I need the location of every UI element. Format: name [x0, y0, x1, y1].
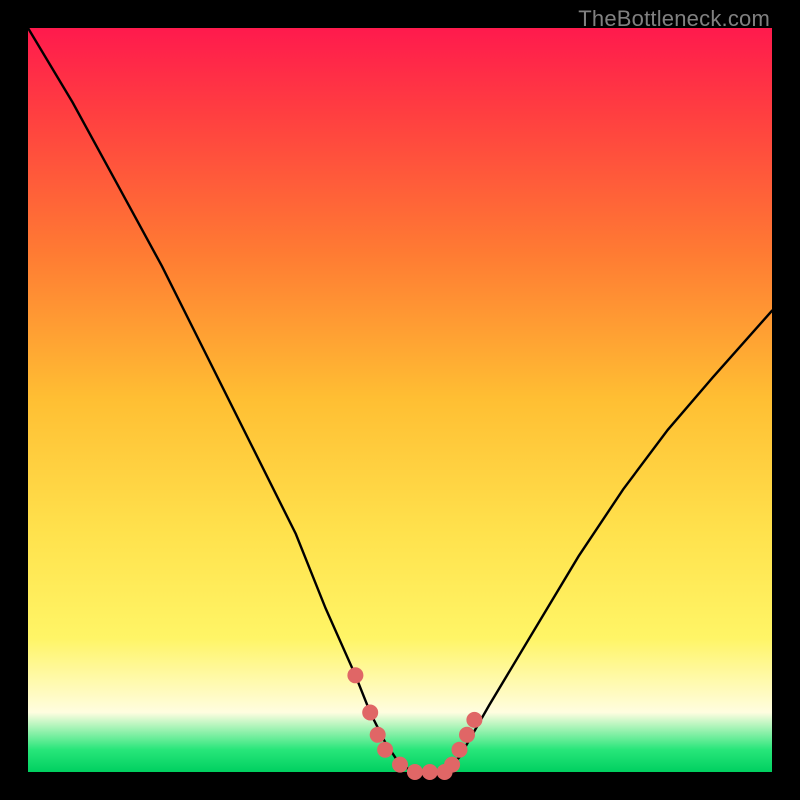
bottleneck-chart	[28, 28, 772, 772]
curve-marker	[444, 757, 460, 773]
curve-marker	[407, 764, 423, 780]
curve-marker	[377, 742, 393, 758]
curve-marker	[459, 727, 475, 743]
curve-marker	[452, 742, 468, 758]
curve-marker	[422, 764, 438, 780]
curve-marker	[347, 667, 363, 683]
curve-marker	[466, 712, 482, 728]
curve-marker	[362, 705, 378, 721]
curve-marker	[392, 757, 408, 773]
curve-markers	[347, 667, 482, 780]
bottleneck-curve-line	[28, 28, 772, 772]
curve-marker	[370, 727, 386, 743]
